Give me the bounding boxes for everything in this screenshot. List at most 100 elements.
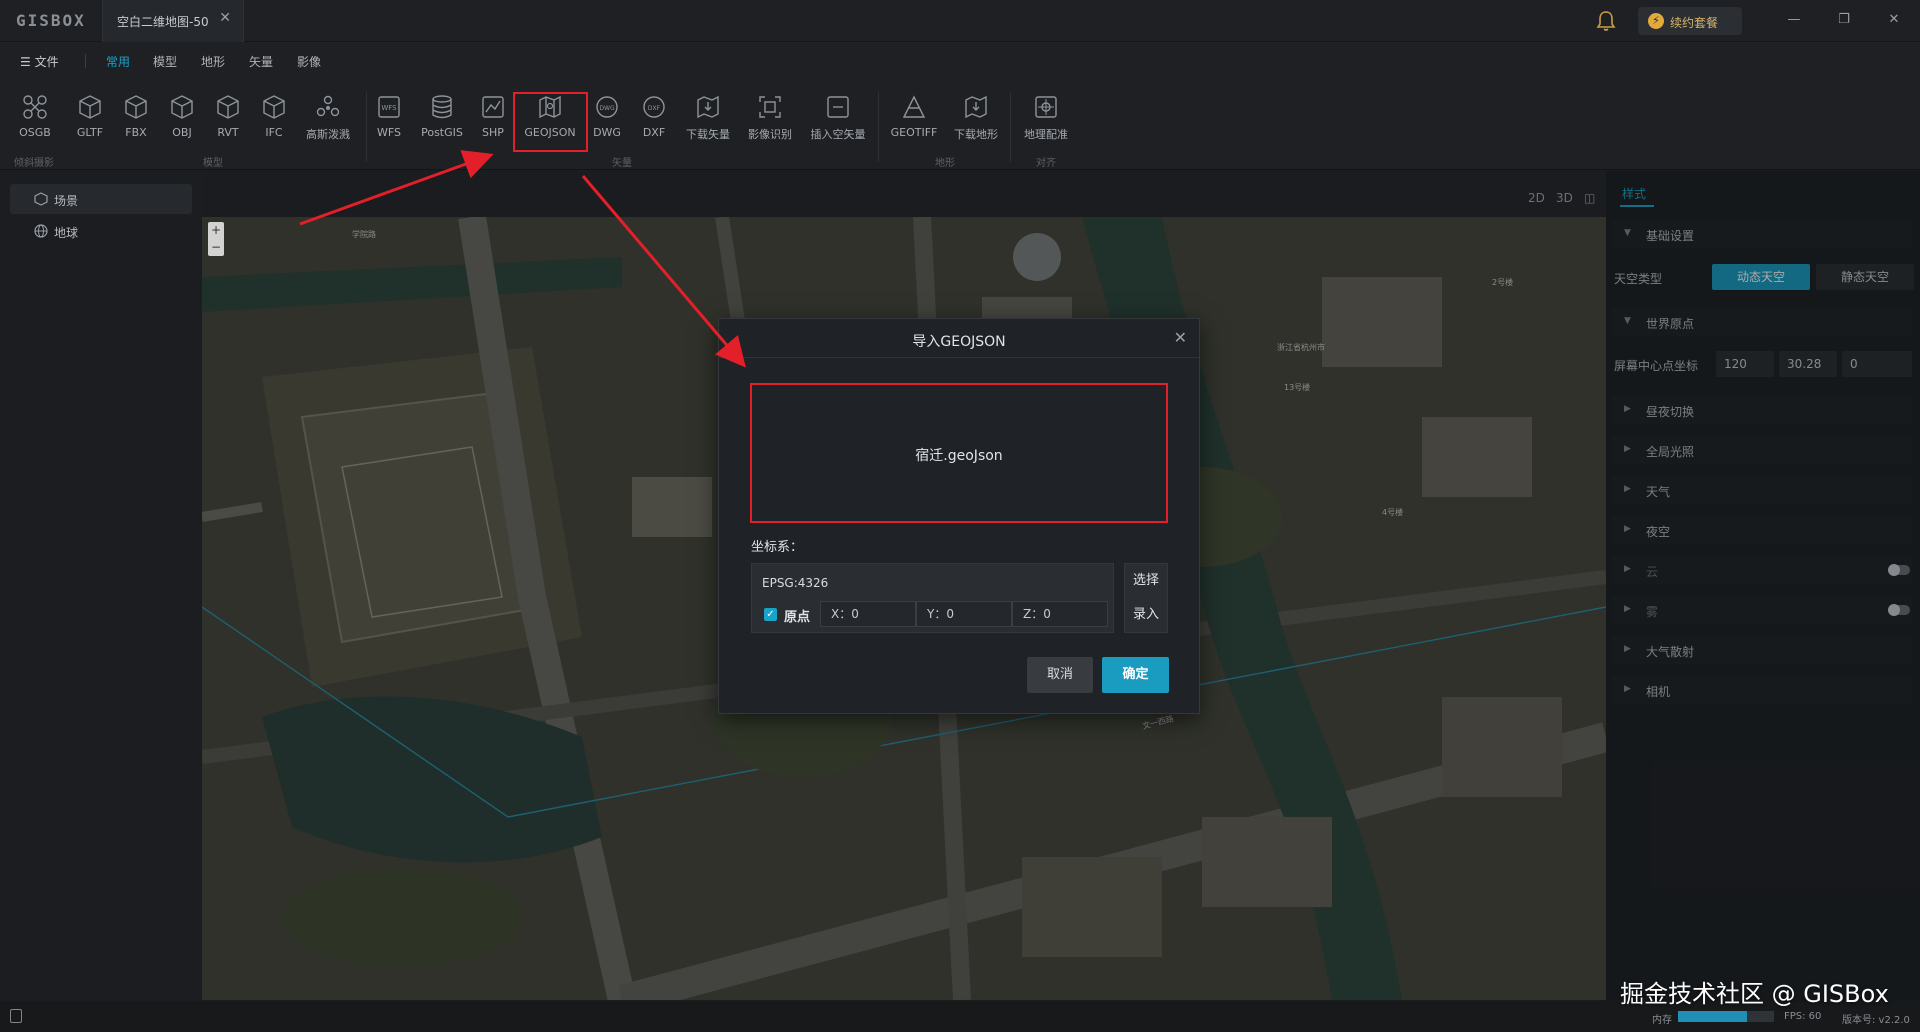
panel-dim-overlay [1606, 171, 1920, 1001]
tab-model[interactable]: 模型 [153, 53, 177, 70]
origin-checkbox[interactable]: ✓ [764, 608, 777, 621]
document-tab-close-icon[interactable]: ✕ [219, 10, 231, 26]
gaussian-splat-button[interactable]: 高斯泼溅 [298, 94, 358, 144]
document-tab[interactable]: 空白二维地图-50 ✕ [102, 0, 244, 42]
view-3d-button[interactable]: 3D [1556, 191, 1573, 205]
cube-icon [171, 95, 193, 119]
group-divider [878, 92, 879, 162]
obj-label: OBJ [172, 126, 192, 139]
cube-icon [125, 95, 147, 119]
geotiff-label: GEOTIFF [890, 126, 938, 139]
georeference-button[interactable]: 地理配准 [1016, 94, 1076, 144]
origin-z-field[interactable]: Z：0 [1012, 601, 1108, 627]
image-recognition-button[interactable]: 影像识别 [742, 94, 798, 144]
menu-bar: ☰ 文件 常用 模型 地形 矢量 影像 [0, 42, 1920, 80]
input-crs-button[interactable]: 录入 [1125, 598, 1167, 632]
dwg-icon: DWG [596, 96, 618, 118]
minimize-button[interactable]: — [1786, 12, 1802, 28]
download-terrain-icon [965, 95, 987, 119]
style-panel: 样式 ▼ 基础设置 天空类型 动态天空 静态天空 ▼ 世界原点 屏幕中心点坐标 … [1606, 171, 1920, 1001]
gaussian-icon [316, 95, 340, 117]
dwg-label: DWG [593, 126, 621, 139]
lightning-icon: ⚡ [1648, 13, 1664, 29]
dxf-label: DXF [642, 126, 666, 139]
postgis-label: PostGIS [421, 126, 463, 139]
dialog-close-icon[interactable]: ✕ [1174, 328, 1187, 347]
zoom-control: + − [208, 222, 224, 256]
file-menu[interactable]: ☰ 文件 [20, 53, 59, 70]
download-vector-icon [697, 95, 719, 119]
menu-divider [85, 54, 86, 68]
maximize-button[interactable]: ❐ [1836, 12, 1852, 28]
obj-button[interactable]: OBJ [159, 94, 205, 144]
tree-item-globe[interactable]: 地球 [10, 216, 192, 246]
dwg-button[interactable]: DWG DWG [584, 94, 630, 144]
download-terrain-button[interactable]: 下载地形 [948, 94, 1004, 144]
scene-icon [34, 192, 48, 206]
crs-label: 坐标系： [751, 540, 804, 555]
cube-icon [79, 95, 101, 119]
tab-imagery[interactable]: 影像 [297, 53, 321, 70]
osgb-icon [23, 95, 47, 119]
app-logo: GISBOX [16, 11, 86, 30]
origin-label: 原点 [784, 610, 811, 625]
insert-empty-vector-button[interactable]: 插入空矢量 [805, 94, 871, 144]
image-recognition-label: 影像识别 [748, 128, 792, 141]
tab-common[interactable]: 常用 [106, 53, 130, 70]
gltf-button[interactable]: GLTF [67, 94, 113, 144]
memory-bar-fill [1678, 1011, 1748, 1022]
svg-text:WFS: WFS [381, 104, 397, 112]
georeference-icon [1035, 96, 1057, 118]
dialog-title: 导入GEOJSON [912, 334, 1006, 350]
crs-actions: 选择 录入 [1124, 563, 1168, 633]
fbx-button[interactable]: FBX [113, 94, 159, 144]
file-drop-zone[interactable]: 宿迁.geoJson [750, 383, 1168, 523]
rvt-button[interactable]: RVT [205, 94, 251, 144]
origin-x-field[interactable]: X：0 [820, 601, 916, 627]
group-label-vector: 矢量 [612, 158, 632, 169]
ribbon-toolbar: OSGB GLTF FBX OBJ RVT IFC 高斯泼溅 WFS WFS P… [0, 80, 1920, 170]
view-mode-bar: 2D 3D ◫ [202, 171, 1606, 217]
zoom-out-button[interactable]: − [208, 239, 224, 256]
origin-y-field[interactable]: Y：0 [916, 601, 1012, 627]
download-vector-button[interactable]: 下载矢量 [680, 94, 736, 144]
postgis-button[interactable]: PostGIS [416, 94, 468, 144]
geojson-highlight-box [513, 92, 588, 152]
geotiff-button[interactable]: GEOTIFF [884, 94, 944, 144]
crs-value[interactable]: EPSG:4326 [762, 576, 828, 590]
renew-plan-button[interactable]: ⚡ 续约套餐 [1638, 7, 1742, 35]
dialog-divider [719, 357, 1199, 358]
window-close-button[interactable]: ✕ [1886, 12, 1902, 28]
log-icon[interactable] [10, 1009, 22, 1023]
gaussian-label: 高斯泼溅 [306, 128, 350, 141]
insert-vector-icon [827, 96, 849, 118]
fbx-label: FBX [125, 126, 147, 139]
confirm-button[interactable]: 确定 [1102, 657, 1169, 693]
memory-bar [1678, 1011, 1774, 1022]
svg-text:DWG: DWG [599, 105, 615, 112]
bell-icon[interactable] [1596, 10, 1616, 32]
georeference-label: 地理配准 [1024, 128, 1068, 141]
shp-icon [482, 96, 504, 118]
selected-file-name: 宿迁.geoJson [915, 448, 1003, 464]
dxf-button[interactable]: DXF DXF [631, 94, 677, 144]
select-crs-button[interactable]: 选择 [1125, 564, 1167, 598]
tab-vector[interactable]: 矢量 [249, 53, 273, 70]
cancel-button[interactable]: 取消 [1027, 657, 1093, 693]
group-label-terrain: 地形 [935, 158, 955, 169]
view-2d-button[interactable]: 2D [1528, 191, 1545, 205]
cube-icon [263, 95, 285, 119]
memory-label: 内存 [1652, 1015, 1672, 1026]
shp-button[interactable]: SHP [470, 94, 516, 144]
ifc-button[interactable]: IFC [251, 94, 297, 144]
wfs-label: WFS [377, 126, 401, 139]
wfs-button[interactable]: WFS WFS [366, 94, 412, 144]
zoom-in-button[interactable]: + [208, 222, 224, 239]
tree-item-scene[interactable]: 场景 [10, 184, 192, 214]
split-view-button[interactable]: ◫ [1584, 191, 1595, 205]
osgb-label: OSGB [19, 126, 51, 139]
tab-terrain[interactable]: 地形 [201, 53, 225, 70]
osgb-button[interactable]: OSGB [12, 94, 58, 144]
version-readout: 版本号: v2.2.0 [1842, 1015, 1910, 1026]
group-label-align: 对齐 [1036, 158, 1056, 169]
